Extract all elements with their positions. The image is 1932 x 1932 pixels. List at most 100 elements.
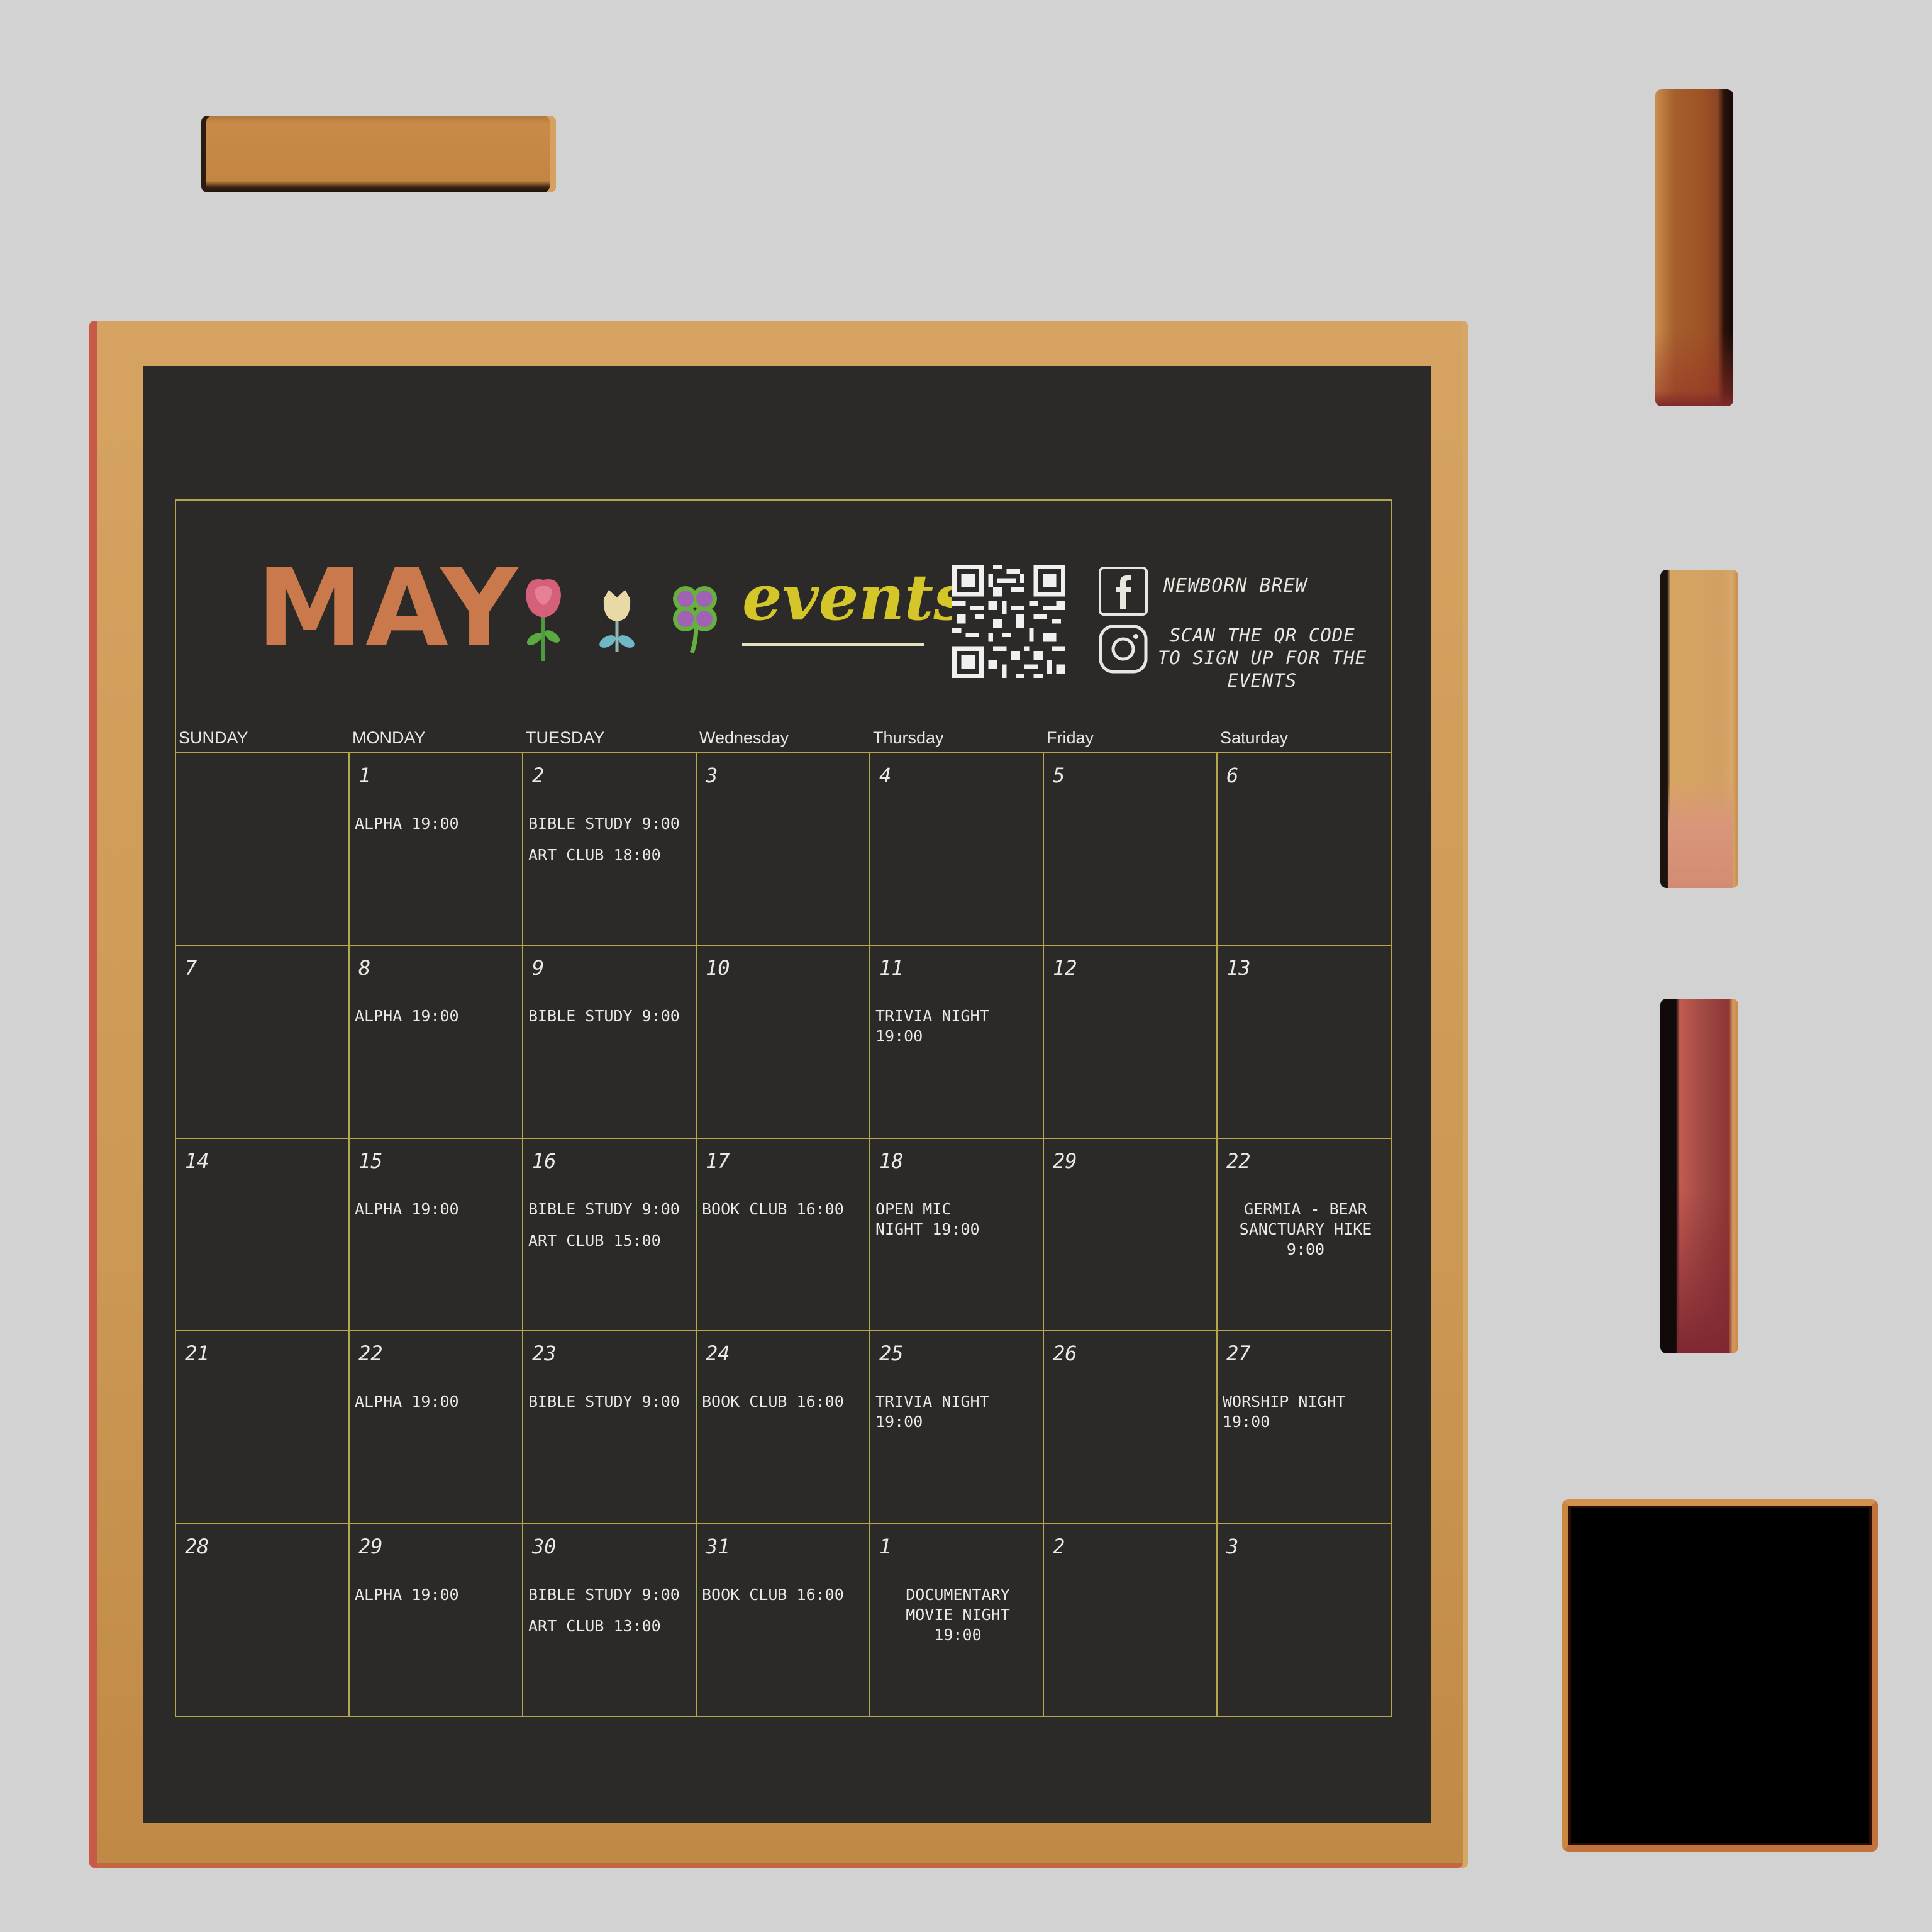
day-number: 16 xyxy=(532,1148,557,1173)
day-number: 1 xyxy=(358,763,371,787)
day-number: 25 xyxy=(879,1341,904,1366)
day-number: 21 xyxy=(185,1341,209,1366)
event-list: ALPHA 19:00 xyxy=(355,1392,519,1423)
day-number: 3 xyxy=(1226,1534,1239,1558)
event-list: BIBLE STUDY 9:00 ART CLUB 18:00 xyxy=(528,814,693,877)
event-entry: WORSHIP NIGHT 19:00 xyxy=(1223,1392,1346,1431)
day-number: 15 xyxy=(358,1148,383,1173)
calendar-cell[interactable]: 12 xyxy=(1044,946,1218,1139)
calendar-cell[interactable]: 1 ALPHA 19:00 xyxy=(350,753,523,947)
event-list: TRIVIA NIGHT 19:00 xyxy=(875,1392,1040,1443)
event-entry: DOCUMENTARY MOVIE NIGHT 19:00 xyxy=(906,1585,1010,1644)
event-entry: ART CLUB 15:00 xyxy=(528,1231,661,1250)
calendar-cell[interactable]: 28 xyxy=(176,1524,350,1717)
calendar-cell[interactable]: 21 xyxy=(176,1331,350,1524)
day-number: 1 xyxy=(879,1534,892,1558)
calendar-cell[interactable]: 3 xyxy=(1218,1524,1391,1717)
month-title: MAY xyxy=(257,546,521,670)
calendar-cell[interactable]: 29 ALPHA 19:00 xyxy=(350,1524,523,1717)
calendar-cell[interactable]: 13 xyxy=(1218,946,1391,1139)
day-number: 22 xyxy=(1226,1148,1251,1173)
day-number: 2 xyxy=(532,763,545,787)
wood-piece-vertical-2 xyxy=(1660,570,1738,888)
calendar-cell[interactable]: 2 xyxy=(1044,1524,1218,1717)
day-number: 17 xyxy=(706,1148,730,1173)
day-number: 8 xyxy=(358,956,371,980)
chalkboard: MAY events NEWBORN BREW SCAN THE QR CODE… xyxy=(143,366,1431,1823)
calendar-cell[interactable]: 30 BIBLE STUDY 9:00 ART CLUB 13:00 xyxy=(523,1524,697,1717)
day-number: 22 xyxy=(358,1341,383,1366)
event-entry: GERMIA - BEAR SANCTUARY HIKE 9:00 xyxy=(1239,1199,1372,1258)
clover-icon xyxy=(673,586,717,654)
event-list: ALPHA 19:00 xyxy=(355,1585,519,1616)
dow-friday: Friday xyxy=(1046,728,1094,747)
day-number: 12 xyxy=(1053,956,1077,980)
facebook-icon[interactable] xyxy=(1098,566,1148,616)
calendar-cell[interactable]: 5 xyxy=(1044,753,1218,947)
calendar-cell[interactable] xyxy=(176,753,350,947)
calendar-cell[interactable]: 10 xyxy=(697,946,870,1139)
calendar-cell[interactable]: 31 BOOK CLUB 16:00 xyxy=(697,1524,870,1717)
calendar-cell[interactable]: 24 BOOK CLUB 16:00 xyxy=(697,1331,870,1524)
calendar-cell[interactable]: 3 xyxy=(697,753,870,947)
calendar-cell[interactable]: 1 DOCUMENTARY MOVIE NIGHT 19:00 xyxy=(870,1524,1044,1717)
day-number: 28 xyxy=(185,1534,209,1558)
calendar-cell[interactable]: 29 xyxy=(1044,1138,1218,1332)
instagram-icon[interactable] xyxy=(1098,624,1148,674)
day-number: 26 xyxy=(1053,1341,1077,1366)
event-list: TRIVIA NIGHT 19:00 xyxy=(875,1006,1040,1058)
event-entry: BOOK CLUB 16:00 xyxy=(702,1392,844,1411)
event-entry: ALPHA 19:00 xyxy=(355,1585,459,1604)
day-number: 7 xyxy=(185,956,197,980)
event-entry: BIBLE STUDY 9:00 xyxy=(528,1199,680,1218)
day-number: 31 xyxy=(706,1534,730,1558)
events-underline xyxy=(742,643,924,646)
calendar-board: MAY events NEWBORN BREW SCAN THE QR CODE… xyxy=(89,321,1468,1868)
dow-saturday: Saturday xyxy=(1220,728,1289,747)
calendar-cell[interactable]: 27 WORSHIP NIGHT 19:00 xyxy=(1218,1331,1391,1524)
event-entry: BIBLE STUDY 9:00 xyxy=(528,1007,680,1026)
calendar-cell[interactable]: 25 TRIVIA NIGHT 19:00 xyxy=(870,1331,1044,1524)
calendar-cell[interactable]: 15 ALPHA 19:00 xyxy=(350,1138,523,1332)
calendar-cell[interactable]: 11 TRIVIA NIGHT 19:00 xyxy=(870,946,1044,1139)
calendar-cell[interactable]: 26 xyxy=(1044,1331,1218,1524)
calendar-cell[interactable]: 9 BIBLE STUDY 9:00 xyxy=(523,946,697,1139)
event-list: OPEN MIC NIGHT 19:00 xyxy=(875,1199,1040,1251)
wood-piece-vertical-3 xyxy=(1660,999,1738,1353)
event-entry: BIBLE STUDY 9:00 xyxy=(528,814,680,833)
calendar-cell[interactable]: 17 BOOK CLUB 16:00 xyxy=(697,1138,870,1332)
day-number: 29 xyxy=(358,1534,383,1558)
event-list: BOOK CLUB 16:00 xyxy=(702,1199,867,1231)
event-list: WORSHIP NIGHT 19:00 xyxy=(1223,1392,1389,1443)
dow-monday: MONDAY xyxy=(352,728,426,747)
calendar-cell[interactable]: 14 xyxy=(176,1138,350,1332)
event-list: BIBLE STUDY 9:00 xyxy=(528,1392,693,1423)
calendar-cell[interactable]: 16 BIBLE STUDY 9:00 ART CLUB 15:00 xyxy=(523,1138,697,1332)
dow-sunday: SUNDAY xyxy=(179,728,248,747)
event-list: DOCUMENTARY MOVIE NIGHT 19:00 xyxy=(875,1585,1040,1657)
event-entry: BOOK CLUB 16:00 xyxy=(702,1199,844,1218)
calendar-grid: 1 ALPHA 19:00 2 BIBLE STUDY 9:00 ART CLUB 18… xyxy=(176,752,1391,1717)
calendar-cell[interactable]: 7 xyxy=(176,946,350,1139)
dow-thursday: Thursday xyxy=(873,728,944,747)
calendar-cell[interactable]: 23 BIBLE STUDY 9:00 xyxy=(523,1331,697,1524)
calendar-cell[interactable]: 18 OPEN MIC NIGHT 19:00 xyxy=(870,1138,1044,1332)
event-list: ALPHA 19:00 xyxy=(355,1199,519,1231)
rose-icon xyxy=(526,579,561,661)
calendar-cell[interactable]: 22 ALPHA 19:00 xyxy=(350,1331,523,1524)
day-number: 18 xyxy=(879,1148,904,1173)
scan-qr-instructions: SCAN THE QR CODE TO SIGN UP FOR THE EVEN… xyxy=(1157,625,1367,691)
day-number: 14 xyxy=(185,1148,209,1173)
calendar-cell[interactable]: 22 GERMIA - BEAR SANCTUARY HIKE 9:00 xyxy=(1218,1139,1391,1332)
calendar-cell[interactable]: 8 ALPHA 19:00 xyxy=(350,946,523,1139)
calendar-cell[interactable]: 2 BIBLE STUDY 9:00 ART CLUB 18:00 xyxy=(523,753,697,947)
calendar-cell[interactable]: 6 xyxy=(1218,753,1391,947)
qr-code[interactable] xyxy=(952,565,1065,678)
calendar-frame: MAY events NEWBORN BREW SCAN THE QR CODE… xyxy=(175,499,1392,1717)
day-number: 11 xyxy=(879,956,904,980)
event-entry: TRIVIA NIGHT 19:00 xyxy=(875,1007,989,1046)
event-list: ALPHA 19:00 xyxy=(355,814,519,845)
dow-wednesday: Wednesday xyxy=(699,728,789,747)
calendar-cell[interactable]: 4 xyxy=(870,753,1044,947)
day-number: 9 xyxy=(532,956,545,980)
